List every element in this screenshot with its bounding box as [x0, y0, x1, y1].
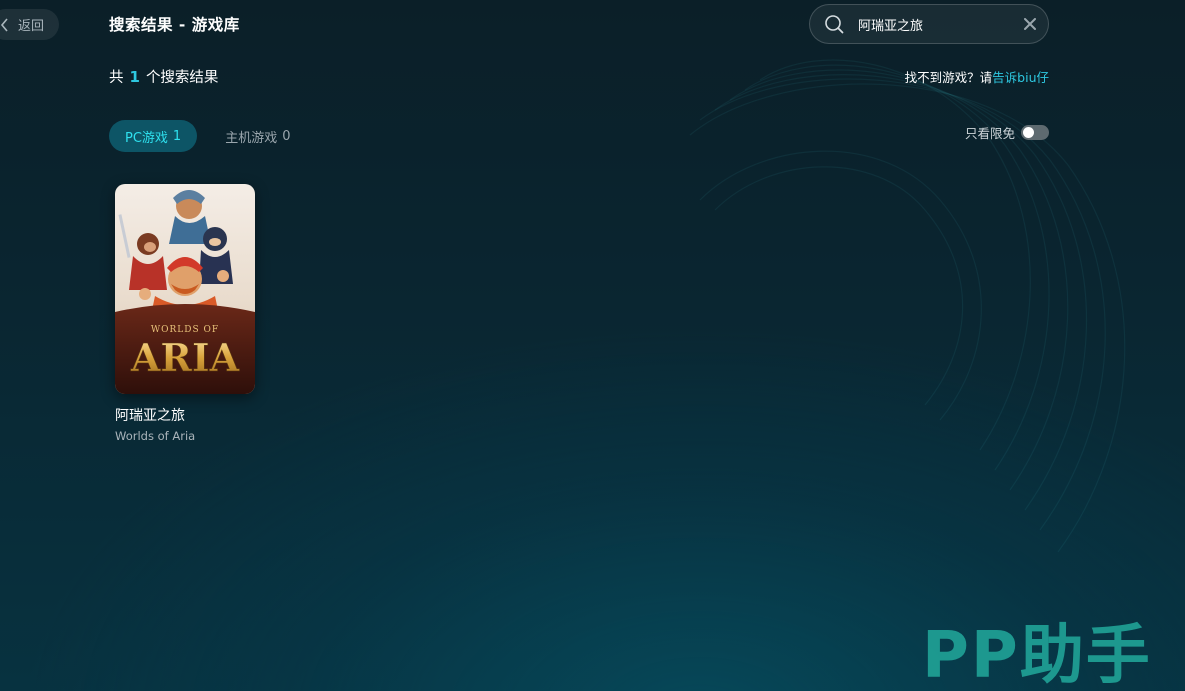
- result-count-suffix: 个搜索结果: [145, 70, 219, 86]
- search-icon: [825, 15, 844, 34]
- back-button[interactable]: 返回: [0, 9, 59, 40]
- platform-tabs: PC游戏 1 主机游戏 0: [109, 120, 307, 152]
- page-title: 搜索结果 - 游戏库: [109, 16, 240, 34]
- feedback-link[interactable]: 告诉biu仔: [992, 67, 1049, 86]
- free-only-filter: 只看限免: [965, 123, 1049, 142]
- result-count-prefix: 共: [109, 70, 124, 86]
- tab-count: 0: [282, 128, 291, 144]
- game-cover-art: WORLDS OF ARIA: [115, 184, 255, 394]
- search-input[interactable]: [858, 9, 1024, 39]
- brand-logo: PP助手: [922, 619, 1152, 691]
- tab-label: 主机游戏: [225, 130, 278, 146]
- toggle-knob: [1023, 127, 1034, 138]
- clear-search-icon[interactable]: [1024, 18, 1036, 30]
- feedback-prompt-text: 找不到游戏？请: [904, 70, 993, 85]
- free-only-toggle[interactable]: [1021, 125, 1049, 140]
- game-subtitle: Worlds of Aria: [115, 429, 196, 443]
- feedback-prompt: 找不到游戏？请 告诉biu仔: [905, 67, 1049, 86]
- result-count-number: 1: [129, 68, 140, 86]
- tab-count: 1: [172, 128, 182, 144]
- game-cover-image[interactable]: WORLDS OF ARIA: [115, 184, 255, 394]
- tab-console-games[interactable]: 主机游戏 0: [209, 120, 306, 152]
- back-label: 返回: [18, 19, 45, 34]
- free-only-label: 只看限免: [964, 126, 1015, 141]
- tab-label: PC游戏: [125, 130, 168, 146]
- chevron-left-icon: [0, 17, 8, 32]
- tab-pc-games[interactable]: PC游戏 1: [109, 120, 198, 152]
- game-title: 阿瑞亚之旅: [115, 408, 185, 424]
- game-card[interactable]: WORLDS OF ARIA 阿瑞亚之旅 Worlds of Aria: [115, 184, 255, 443]
- cover-title-main: ARIA: [130, 335, 240, 380]
- result-count: 共 1 个搜索结果: [109, 66, 218, 87]
- search-box[interactable]: [809, 4, 1049, 44]
- cover-title-top: WORLDS OF: [151, 325, 219, 335]
